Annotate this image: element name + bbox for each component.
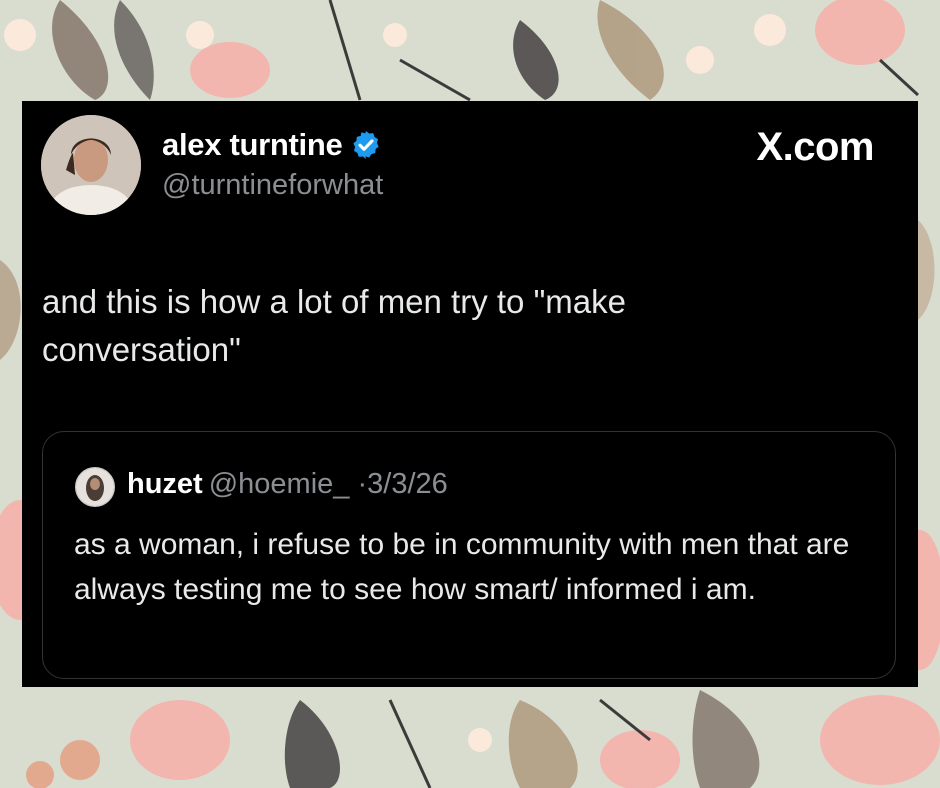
quoted-author-avatar[interactable]: [75, 467, 115, 507]
quoted-tweet-date[interactable]: 3/3/26: [367, 468, 448, 500]
quoted-tweet-header: huzet @hoemie_ ·3/3/26: [127, 468, 448, 501]
quoted-author-handle[interactable]: @hoemie_: [209, 468, 350, 500]
quoted-tweet[interactable]: huzet @hoemie_ ·3/3/26 as a woman, i refu…: [42, 431, 896, 679]
tweet-text: and this is how a lot of men try to "mak…: [42, 283, 626, 368]
separator-dot: ·: [357, 468, 368, 500]
author-name-row[interactable]: alex turntine: [162, 127, 382, 163]
verified-badge-icon: [353, 131, 380, 159]
quoted-author-name[interactable]: huzet: [127, 468, 203, 500]
author-name[interactable]: alex turntine: [162, 127, 343, 163]
x-logo-icon: X.com: [756, 125, 874, 169]
quoted-tweet-text: as a woman, i refuse to be in community …: [74, 528, 850, 606]
author-avatar[interactable]: [41, 115, 141, 215]
author-handle[interactable]: @turntineforwhat: [162, 169, 383, 202]
tweet-card: alex turntine @turntineforwhat X.com and…: [22, 101, 918, 687]
